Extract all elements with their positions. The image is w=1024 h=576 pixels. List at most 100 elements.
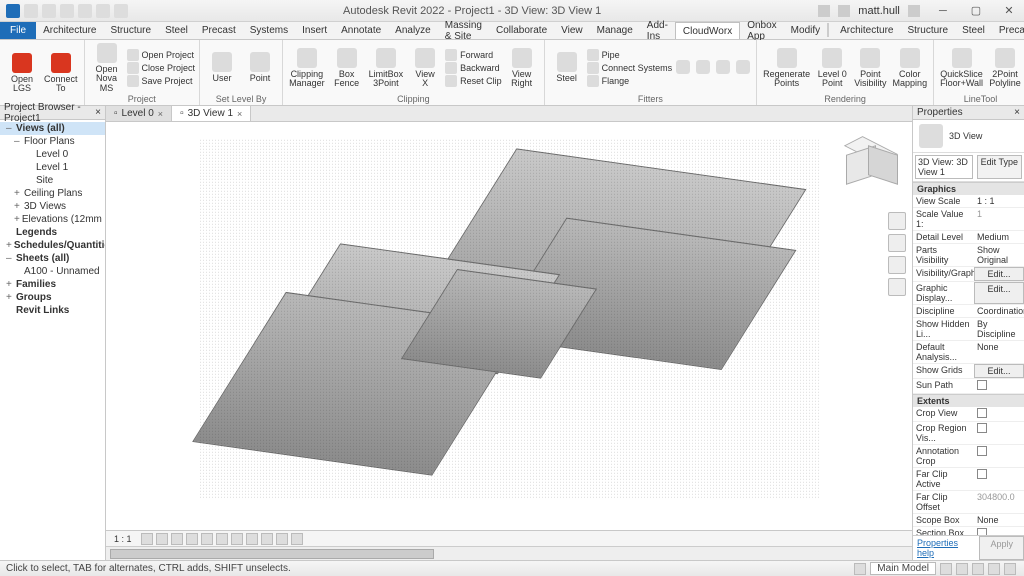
view-tab-close-icon[interactable]: × [237,109,242,119]
view-x-button[interactable]: ViewX [407,43,443,93]
clip-mgr-button[interactable]: ClippingManager [287,43,327,93]
ribbon-tab-architecture[interactable]: Architecture [36,22,103,39]
app-icon[interactable] [6,4,20,18]
ribbon-tab-analyze[interactable]: Analyze [388,22,438,39]
tree-twisty-icon[interactable]: + [14,214,20,225]
ribbon-tab-structure[interactable]: Structure [900,22,955,39]
minimize-button[interactable]: ─ [928,5,958,17]
polyline-button[interactable]: 2PointPolyline [987,43,1023,93]
view-right-button[interactable]: ViewRight [504,43,540,93]
sun-path-icon[interactable] [171,533,183,545]
prop-value[interactable] [974,379,1024,393]
colormap-button[interactable]: ColorMapping [891,43,930,93]
ribbon-tab-massing-site[interactable]: Massing & Site [438,22,489,39]
ribbon-tab-precast[interactable]: Precast [195,22,243,39]
prop-value[interactable] [974,445,1024,467]
tree-node[interactable]: Revit Links [0,304,105,317]
checkbox[interactable] [977,446,987,456]
checkbox[interactable] [977,469,987,479]
box-fence-button[interactable]: BoxFence [329,43,365,93]
canvas-3d[interactable] [106,122,912,530]
tree-node[interactable]: +Ceiling Plans [0,187,105,200]
ribbon-tab-add-ins[interactable]: Add-Ins [640,22,675,39]
keyin-icon[interactable] [818,5,830,17]
reset-clip-button[interactable]: Reset Clip [445,75,502,87]
apply-button[interactable]: Apply [979,536,1024,560]
prop-value[interactable] [974,422,1024,444]
forward-button[interactable]: Forward [445,49,502,61]
flange-button[interactable]: Flange [587,75,673,87]
misc-icon[interactable] [734,43,752,93]
prop-value[interactable]: Edit... [974,364,1024,378]
tree-node[interactable]: +Families [0,278,105,291]
h-scrollbar[interactable] [106,546,912,560]
temp-hide-icon[interactable] [261,533,273,545]
close-project-button[interactable]: Close Project [127,62,196,74]
view-tab[interactable]: ▫3D View 1× [172,106,251,121]
checkbox[interactable] [977,423,987,433]
limitbox-button[interactable]: LimitBox3Point [367,43,406,93]
tree-node[interactable]: A100 - Unnamed [0,265,105,278]
worksets-icon[interactable] [291,533,303,545]
view-tab[interactable]: ▫Level 0× [106,106,172,121]
view-cube[interactable] [840,138,896,194]
ribbon-tab-systems[interactable]: Systems [243,22,295,39]
regen-button[interactable]: RegeneratePoints [761,43,812,93]
prop-value[interactable]: None [974,341,1024,363]
maximize-button[interactable]: ▢ [961,4,991,17]
connect-systems-button[interactable]: Connect Systems [587,62,673,74]
nav-pan-icon[interactable] [888,234,906,252]
ribbon-tab-structure[interactable]: Structure [103,22,158,39]
prop-value[interactable]: Edit... [974,267,1024,281]
qat-save-icon[interactable] [42,4,56,18]
qat-undo-icon[interactable] [60,4,74,18]
prop-value[interactable]: By Discipline [974,318,1024,340]
ribbon-tab-collaborate[interactable]: Collaborate [489,22,554,39]
tree-twisty-icon[interactable]: + [6,279,14,290]
status-drag-icon[interactable] [972,563,984,575]
prop-value[interactable]: None [974,514,1024,526]
tree-node[interactable]: +Schedules/Quantities (all) [0,239,105,252]
tree-twisty-icon[interactable]: + [6,292,14,303]
edit-type-button[interactable]: Edit Type [977,155,1022,179]
backward-button[interactable]: Backward [445,62,502,74]
qat-redo-icon[interactable] [78,4,92,18]
nav-zoom-icon[interactable] [888,256,906,274]
level0-button[interactable]: Level 0Point [814,43,850,93]
ribbon-tab-architecture[interactable]: Architecture [833,22,900,39]
view-scale[interactable]: 1 : 1 [108,534,138,544]
project-browser-close-icon[interactable]: × [95,107,101,118]
tree-twisty-icon[interactable]: + [14,188,22,199]
crop-region-icon[interactable] [231,533,243,545]
ribbon-tab-steel[interactable]: Steel [955,22,992,39]
tree-node[interactable]: –Floor Plans [0,135,105,148]
unlock-icon[interactable] [246,533,258,545]
prop-value[interactable]: Medium [974,231,1024,243]
close-button[interactable]: ✕ [994,4,1024,17]
crop-icon[interactable] [216,533,228,545]
tree-node[interactable]: +Elevations (12mm Circle) [0,213,105,226]
prop-value[interactable]: Show Original [974,244,1024,266]
prop-value[interactable]: Coordination [974,305,1024,317]
misc-icon[interactable] [674,43,692,93]
tree-node[interactable]: Level 0 [0,148,105,161]
ribbon-tab-manage[interactable]: Manage [590,22,640,39]
open-project-button[interactable]: Open Project [127,49,196,61]
user-icon[interactable] [838,5,850,17]
ribbon-tab-cloudworx[interactable]: CloudWorx [675,22,740,39]
misc-icon[interactable] [714,43,732,93]
tree-node[interactable]: Site [0,174,105,187]
search-box[interactable] [827,23,829,37]
properties-close-icon[interactable]: × [1014,107,1020,118]
qat-open-icon[interactable] [24,4,38,18]
point-lvl-button[interactable]: Point [242,43,278,93]
tree-node[interactable]: +3D Views [0,200,105,213]
checkbox[interactable] [977,408,987,418]
prop-value[interactable]: Edit... [974,282,1024,304]
user-button[interactable]: User [204,43,240,93]
tree-node[interactable]: +Groups [0,291,105,304]
prop-value[interactable]: 1 : 1 [974,195,1024,207]
ribbon-tab-modify[interactable]: Modify [784,22,827,39]
pipe-button[interactable]: Pipe [587,49,673,61]
ribbon-tab-precast[interactable]: Precast [992,22,1024,39]
